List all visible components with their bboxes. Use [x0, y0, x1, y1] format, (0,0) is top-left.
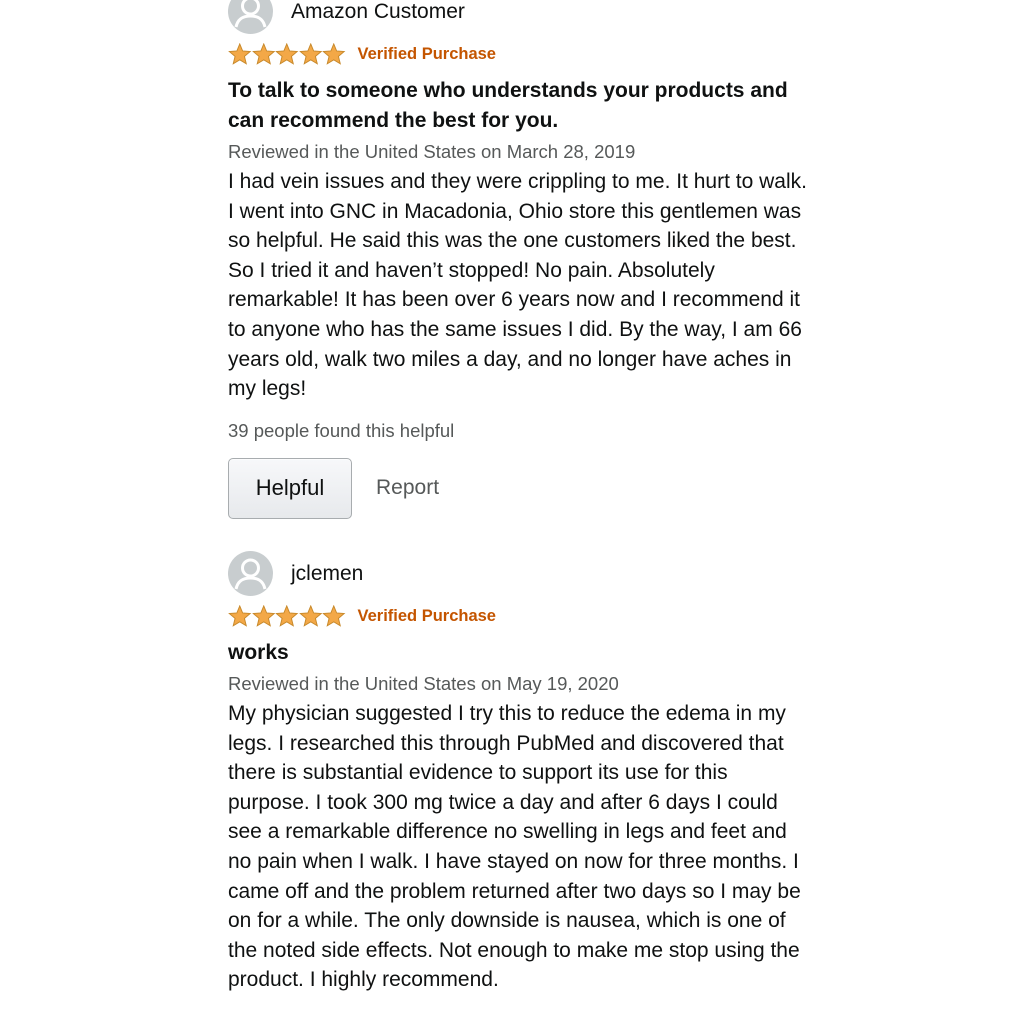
helpful-count: 39 people found this helpful [228, 419, 455, 441]
star-icon [298, 43, 322, 65]
reviewer-name[interactable]: Amazon Customer [291, 1, 465, 22]
review-card: jclemen Verified Purchase works Reviewed… [228, 550, 828, 995]
user-avatar-icon [228, 550, 273, 596]
user-avatar-icon [228, 0, 273, 34]
review-body: I had vein issues and they were cripplin… [228, 170, 807, 401]
rating-row: Verified Purchase [228, 42, 828, 66]
reviewer-profile[interactable]: Amazon Customer [228, 0, 828, 34]
star-icon [322, 43, 346, 65]
helpful-button[interactable]: Helpful [228, 457, 352, 519]
star-icon [298, 605, 322, 627]
verified-purchase-badge: Verified Purchase [357, 44, 497, 63]
review-date: Reviewed in the United States on March 2… [228, 141, 636, 162]
star-icon [228, 605, 252, 627]
rating-row: Verified Purchase [228, 604, 828, 628]
review-title[interactable]: To talk to someone who understands your … [228, 76, 808, 136]
star-icon [251, 43, 275, 65]
star-rating[interactable] [228, 43, 346, 65]
star-icon [228, 43, 252, 65]
verified-purchase-badge: Verified Purchase [357, 606, 497, 625]
star-rating[interactable] [228, 605, 346, 627]
report-link[interactable]: Report [376, 476, 439, 500]
review-date: Reviewed in the United States on May 19,… [228, 673, 619, 694]
review-actions: Helpful Report [228, 457, 828, 519]
star-icon [251, 605, 275, 627]
review-body: My physician suggested I try this to red… [228, 702, 801, 992]
review-title[interactable]: works [228, 638, 808, 668]
star-icon [322, 605, 346, 627]
review-card: Amazon Customer Verified Purchase To tal… [228, 0, 828, 519]
star-icon [275, 43, 299, 65]
reviewer-profile[interactable]: jclemen [228, 550, 828, 596]
star-icon [275, 605, 299, 627]
reviewer-name[interactable]: jclemen [291, 563, 363, 584]
